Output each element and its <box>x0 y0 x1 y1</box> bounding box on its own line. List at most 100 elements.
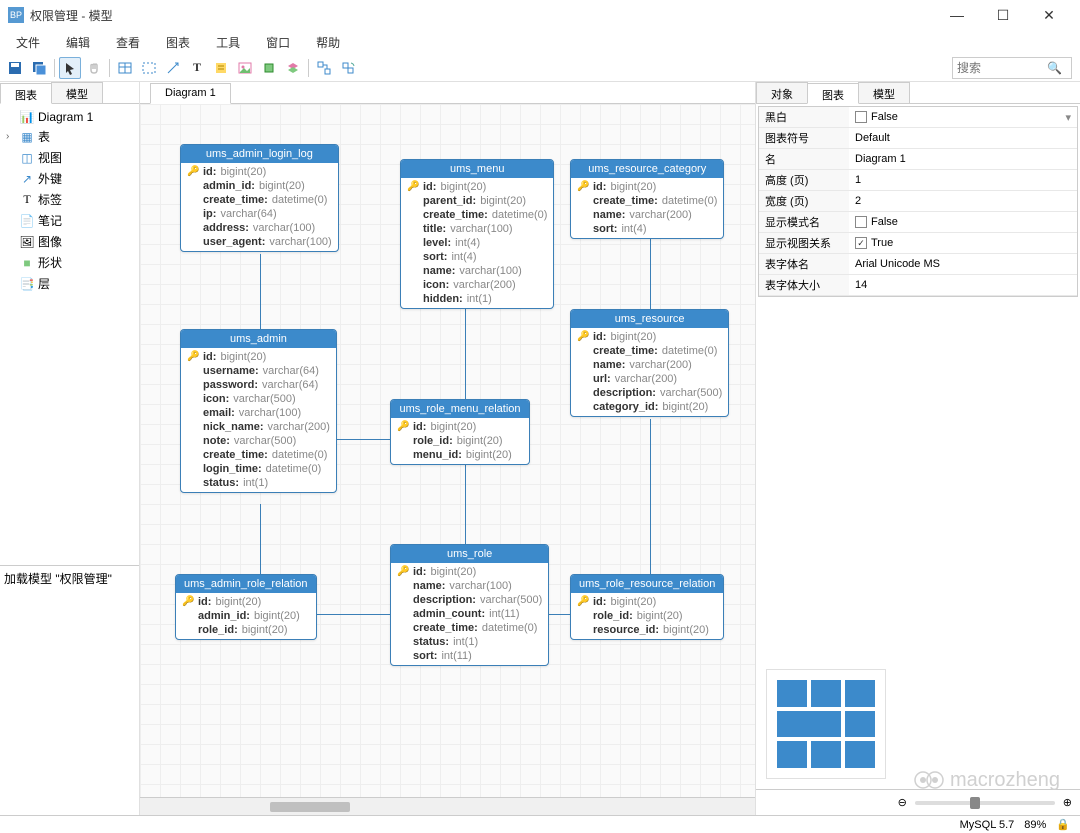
menu-tools[interactable]: 工具 <box>204 32 252 53</box>
relation-line[interactable] <box>315 614 390 615</box>
entity-header[interactable]: ums_role_menu_relation <box>391 400 529 418</box>
tree-note[interactable]: 📄笔记 <box>4 210 135 231</box>
prop-row-showrel[interactable]: 显示视图关系✓True <box>759 233 1077 254</box>
entity-role_res[interactable]: ums_role_resource_relation 🔑id:bigint(20)… <box>570 574 724 640</box>
zoom-out-icon[interactable]: ⊖ <box>898 796 907 809</box>
tab-model-props[interactable]: 模型 <box>858 82 910 103</box>
horizontal-scrollbar[interactable] <box>140 797 755 815</box>
fk-icon[interactable] <box>162 57 184 79</box>
menu-edit[interactable]: 编辑 <box>54 32 102 53</box>
column-row[interactable]: create_time:datetime(0) <box>181 193 338 207</box>
overview-minimap[interactable] <box>766 669 886 779</box>
checkbox-icon[interactable]: ✓ <box>855 237 867 249</box>
pointer-icon[interactable] <box>59 57 81 79</box>
tree-fk[interactable]: ↗外键 <box>4 168 135 189</box>
column-row[interactable]: 🔑id:bigint(20) <box>181 350 336 364</box>
column-row[interactable]: create_time:datetime(0) <box>391 621 548 635</box>
prop-row-fontsize[interactable]: 表字体大小14 <box>759 275 1077 296</box>
column-row[interactable]: hidden:int(1) <box>401 292 553 306</box>
tree-table[interactable]: ›▦表 <box>4 126 135 147</box>
column-row[interactable]: login_time:datetime(0) <box>181 462 336 476</box>
column-row[interactable]: sort:int(11) <box>391 649 548 663</box>
column-row[interactable]: icon:varchar(500) <box>181 392 336 406</box>
tab-diagram-props[interactable]: 图表 <box>807 83 859 104</box>
column-row[interactable]: title:varchar(100) <box>401 222 553 236</box>
label-icon[interactable]: T <box>186 57 208 79</box>
canvas-tab[interactable]: Diagram 1 <box>150 83 231 104</box>
entity-resource[interactable]: ums_resource 🔑id:bigint(20)create_time:da… <box>570 309 729 417</box>
column-row[interactable]: create_time:datetime(0) <box>401 208 553 222</box>
save-icon[interactable] <box>4 57 26 79</box>
hand-icon[interactable] <box>83 57 105 79</box>
menu-help[interactable]: 帮助 <box>304 32 352 53</box>
checkbox-icon[interactable] <box>855 111 867 123</box>
column-row[interactable]: name:varchar(100) <box>401 264 553 278</box>
layer-icon[interactable] <box>282 57 304 79</box>
search-input[interactable] <box>953 61 1043 75</box>
search-box[interactable]: 🔍 <box>952 57 1072 79</box>
refresh-icon[interactable] <box>337 57 359 79</box>
entity-menu[interactable]: ums_menu🔑id:bigint(20)parent_id:bigint(2… <box>400 159 554 309</box>
menu-file[interactable]: 文件 <box>4 32 52 53</box>
relation-line[interactable] <box>330 439 390 440</box>
tab-model[interactable]: 模型 <box>51 82 103 103</box>
column-row[interactable]: create_time:datetime(0) <box>571 344 728 358</box>
prop-row-width[interactable]: 宽度 (页)2 <box>759 191 1077 212</box>
column-row[interactable]: name:varchar(200) <box>571 208 723 222</box>
entity-res_cat[interactable]: ums_resource_category🔑id:bigint(20)creat… <box>570 159 724 239</box>
column-row[interactable]: username:varchar(64) <box>181 364 336 378</box>
column-row[interactable]: ip:varchar(64) <box>181 207 338 221</box>
close-button[interactable]: ✕ <box>1026 0 1072 30</box>
column-row[interactable]: 🔑id:bigint(20) <box>391 565 548 579</box>
entity-admin[interactable]: ums_admin 🔑id:bigint(20)username:varchar(… <box>180 329 337 493</box>
relation-line[interactable] <box>260 254 261 329</box>
column-row[interactable]: 🔑id:bigint(20) <box>571 595 723 609</box>
column-row[interactable]: sort:int(4) <box>401 250 553 264</box>
entity-header[interactable]: ums_admin_role_relation <box>176 575 316 593</box>
column-row[interactable]: create_time:datetime(0) <box>181 448 336 462</box>
entity-header[interactable]: ums_admin <box>181 330 336 348</box>
entity-admin_role[interactable]: ums_admin_role_relation🔑id:bigint(20)adm… <box>175 574 317 640</box>
column-row[interactable]: menu_id:bigint(20) <box>391 448 529 462</box>
column-row[interactable]: category_id:bigint(20) <box>571 400 728 414</box>
column-row[interactable]: create_time:datetime(0) <box>571 194 723 208</box>
column-row[interactable]: status:int(1) <box>391 635 548 649</box>
entity-role[interactable]: ums_role🔑id:bigint(20)name:varchar(100)d… <box>390 544 549 666</box>
relation-line[interactable] <box>260 504 261 574</box>
column-row[interactable]: 🔑id:bigint(20) <box>181 165 338 179</box>
tree-view[interactable]: ◫视图 <box>4 147 135 168</box>
entity-header[interactable]: ums_resource <box>571 310 728 328</box>
tree-layer[interactable]: 📑层 <box>4 273 135 294</box>
column-row[interactable]: name:varchar(200) <box>571 358 728 372</box>
entity-header[interactable]: ums_admin_login_log <box>181 145 338 163</box>
entity-header[interactable]: ums_resource_category <box>571 160 723 178</box>
column-row[interactable]: 🔑id:bigint(20) <box>571 330 728 344</box>
zoom-in-icon[interactable]: ⊕ <box>1063 796 1072 809</box>
view-icon[interactable] <box>138 57 160 79</box>
column-row[interactable]: admin_id:bigint(20) <box>176 609 316 623</box>
column-row[interactable]: name:varchar(100) <box>391 579 548 593</box>
tab-diagram[interactable]: 图表 <box>0 83 52 104</box>
column-row[interactable]: user_agent:varchar(100) <box>181 235 338 249</box>
prop-row-name[interactable]: 名Diagram 1 <box>759 149 1077 170</box>
prop-row-font[interactable]: 表字体名Arial Unicode MS <box>759 254 1077 275</box>
column-row[interactable]: resource_id:bigint(20) <box>571 623 723 637</box>
prop-row-symbol[interactable]: 图表符号Default <box>759 128 1077 149</box>
column-row[interactable]: sort:int(4) <box>571 222 723 236</box>
shape-icon[interactable] <box>258 57 280 79</box>
column-row[interactable]: role_id:bigint(20) <box>571 609 723 623</box>
search-icon[interactable]: 🔍 <box>1043 61 1066 75</box>
column-row[interactable]: password:varchar(64) <box>181 378 336 392</box>
column-row[interactable]: url:varchar(200) <box>571 372 728 386</box>
column-row[interactable]: icon:varchar(200) <box>401 278 553 292</box>
tree-image[interactable]: 🖼图像 <box>4 231 135 252</box>
column-row[interactable]: status:int(1) <box>181 476 336 490</box>
autolayout-icon[interactable] <box>313 57 335 79</box>
column-row[interactable]: nick_name:varchar(200) <box>181 420 336 434</box>
image-icon[interactable] <box>234 57 256 79</box>
column-row[interactable]: address:varchar(100) <box>181 221 338 235</box>
column-row[interactable]: description:varchar(500) <box>391 593 548 607</box>
tree-diagram[interactable]: 📊Diagram 1 <box>4 108 135 126</box>
entity-header[interactable]: ums_role_resource_relation <box>571 575 723 593</box>
column-row[interactable]: 🔑id:bigint(20) <box>401 180 553 194</box>
